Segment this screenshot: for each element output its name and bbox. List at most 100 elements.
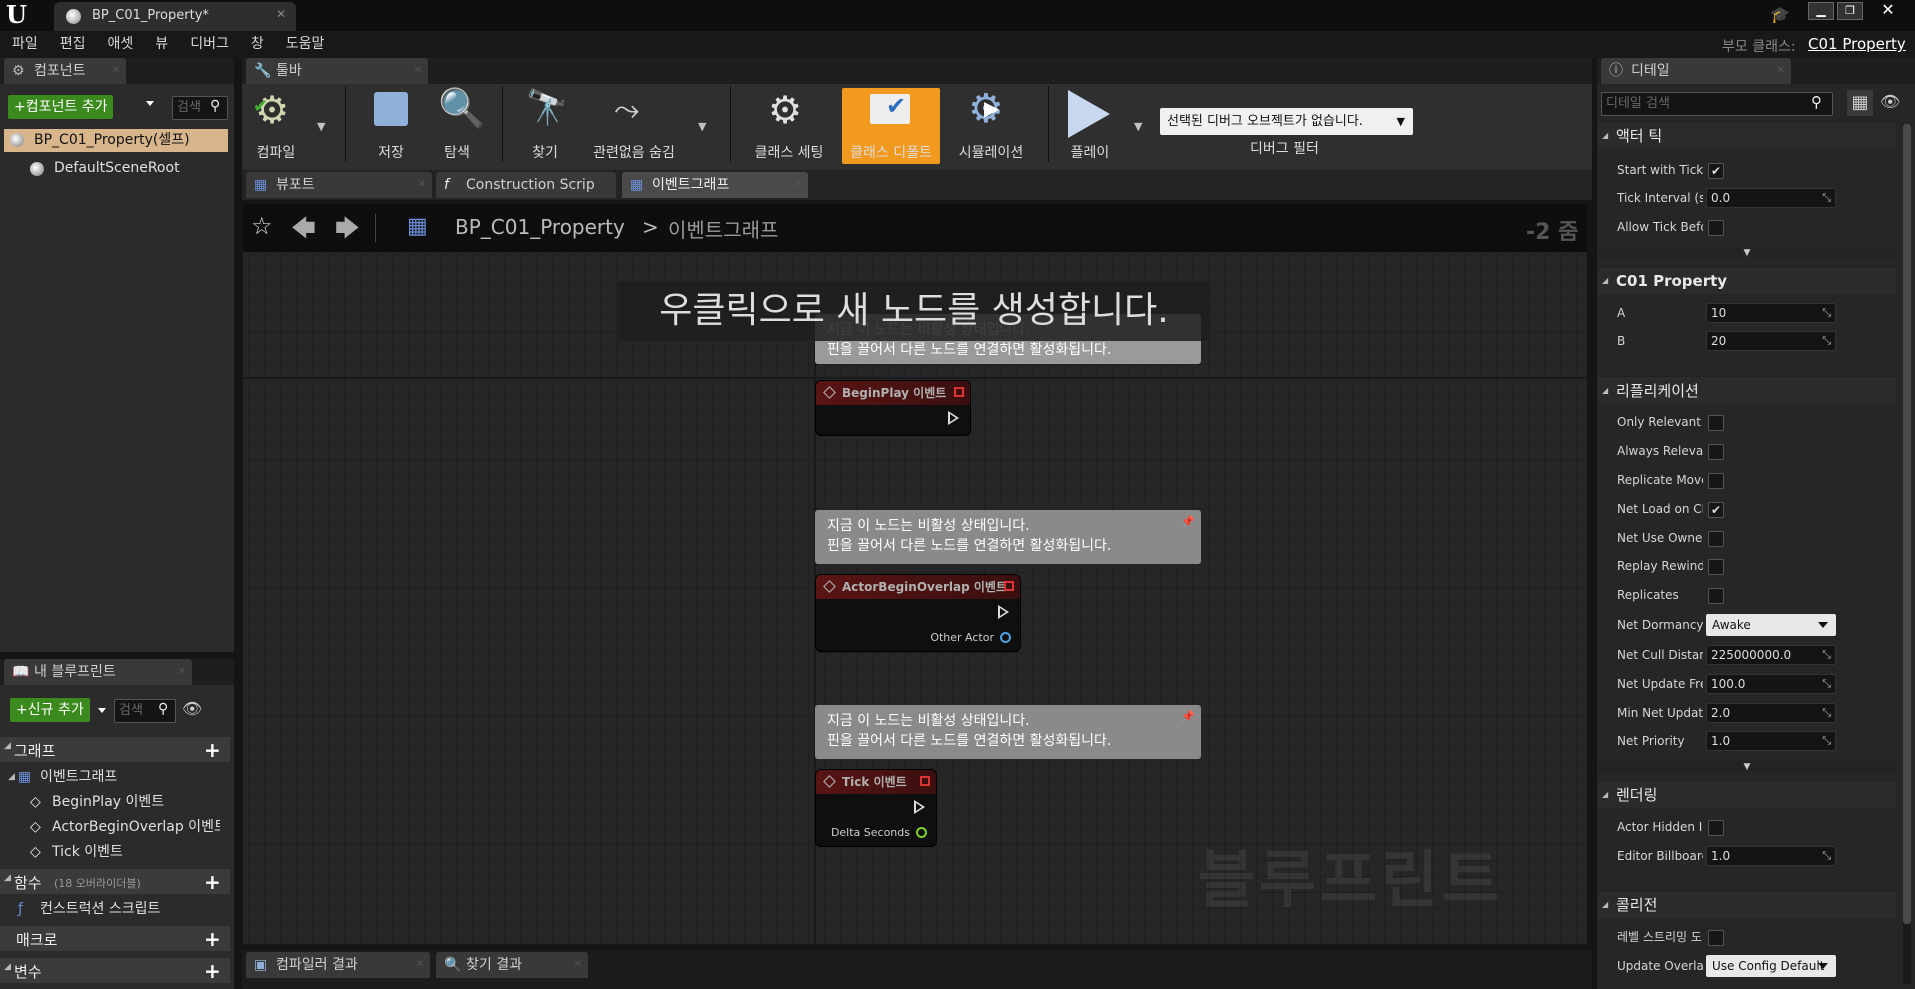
- pin-icon[interactable]: 📌: [1181, 512, 1195, 532]
- menu-asset[interactable]: 애셋: [97, 31, 145, 58]
- unreal-logo-icon[interactable]: U: [6, 2, 32, 28]
- tab-construction-script[interactable]: f Construction Scrip: [436, 172, 616, 198]
- delegate-pin-icon[interactable]: [1004, 581, 1014, 591]
- pin-icon[interactable]: 📌: [1181, 707, 1195, 727]
- expand-advanced-icon[interactable]: ▼: [1598, 247, 1896, 259]
- my-blueprint-tab[interactable]: 📖 내 블루프린트 ✕: [4, 659, 192, 685]
- menu-help[interactable]: 도움말: [275, 31, 336, 58]
- add-macro-icon[interactable]: +: [204, 927, 221, 951]
- checkbox[interactable]: [1708, 220, 1724, 236]
- eye-icon[interactable]: 👁: [182, 699, 202, 718]
- checkbox[interactable]: [1708, 820, 1724, 836]
- checkbox[interactable]: ✔: [1708, 502, 1724, 518]
- delegate-pin-icon[interactable]: [920, 776, 930, 786]
- menu-edit[interactable]: 편집: [49, 31, 97, 58]
- checkbox[interactable]: [1708, 473, 1724, 489]
- parent-class-link[interactable]: C01 Property: [1808, 35, 1906, 53]
- minimize-button[interactable]: ▁: [1808, 2, 1834, 20]
- component-child-item[interactable]: DefaultSceneRoot: [30, 160, 180, 176]
- find-button[interactable]: 🔭 찾기: [514, 86, 576, 164]
- exec-pin-icon[interactable]: [948, 411, 959, 425]
- section-c01-property[interactable]: C01 Property: [1598, 266, 1896, 295]
- breadcrumb-blueprint[interactable]: BP_C01_Property: [455, 215, 625, 239]
- forward-arrow-icon[interactable]: 🡆: [335, 211, 360, 252]
- play-dropdown-icon[interactable]: ▼: [1134, 120, 1142, 133]
- checkbox[interactable]: [1708, 531, 1724, 547]
- checkbox[interactable]: ✔: [1708, 163, 1724, 179]
- exec-pin-icon[interactable]: [914, 800, 925, 814]
- float-pin-icon[interactable]: [916, 827, 927, 838]
- add-new-button[interactable]: +신규 추가: [10, 698, 90, 722]
- macros-section[interactable]: 매크로 +: [0, 926, 230, 951]
- toolbar-tab[interactable]: 🔧 툴바 ✕: [246, 58, 428, 84]
- number-field[interactable]: 225000000.0: [1706, 645, 1836, 665]
- document-tab[interactable]: BP_C01_Property* ✕: [54, 2, 296, 31]
- number-field[interactable]: 0.0: [1706, 188, 1836, 208]
- section-actor-tick[interactable]: 액터 틱: [1598, 121, 1896, 150]
- grid-view-icon[interactable]: ▦: [1847, 90, 1873, 116]
- node-tick[interactable]: Tick 이벤트 Delta Seconds: [815, 769, 937, 847]
- section-replication[interactable]: 리플리케이션: [1598, 376, 1896, 405]
- menu-file[interactable]: 파일: [1, 31, 49, 58]
- add-function-icon[interactable]: +: [204, 870, 221, 894]
- checkbox[interactable]: [1708, 930, 1724, 946]
- menu-window[interactable]: 창: [240, 31, 275, 58]
- hide-unrelated-button[interactable]: ⤳ 관련없음 숨김: [584, 86, 684, 164]
- add-variable-icon[interactable]: +: [204, 959, 221, 983]
- hide-unrelated-dropdown-icon[interactable]: ▼: [698, 120, 706, 133]
- graphs-section[interactable]: ◢ 그래프 +: [0, 737, 230, 762]
- browse-button[interactable]: 🔍 탐색: [428, 86, 486, 164]
- checkbox[interactable]: [1708, 415, 1724, 431]
- number-field[interactable]: 100.0: [1706, 674, 1836, 694]
- tab-compiler-results[interactable]: ▣ 컴파일러 결과 ✕: [246, 952, 430, 978]
- event-graph-item[interactable]: ◢ ▦ 이벤트그래프: [0, 765, 117, 790]
- eye-icon[interactable]: 👁: [1880, 92, 1900, 111]
- play-button[interactable]: 플레이: [1060, 86, 1120, 164]
- details-tab[interactable]: ⓘ 디테일 ✕: [1601, 58, 1791, 84]
- checkbox[interactable]: [1708, 559, 1724, 575]
- add-graph-icon[interactable]: +: [204, 738, 221, 762]
- number-field[interactable]: 1.0: [1706, 731, 1836, 751]
- star-icon[interactable]: ☆: [251, 212, 273, 240]
- details-scrollbar[interactable]: [1903, 124, 1911, 984]
- menu-debug[interactable]: 디버그: [179, 31, 240, 58]
- components-tab[interactable]: ⚙ 컴포넌트 ✕: [4, 58, 126, 84]
- tab-find-results[interactable]: 🔍 찾기 결과 ✕: [436, 952, 588, 978]
- delegate-pin-icon[interactable]: [954, 387, 964, 397]
- debug-object-select[interactable]: 선택된 디버그 오브젝트가 없습니다. ▼: [1160, 108, 1413, 135]
- node-beginplay[interactable]: BeginPlay 이벤트: [815, 380, 971, 436]
- section-rendering[interactable]: 렌더링: [1598, 780, 1896, 809]
- event-item-beginplay[interactable]: ◇ BeginPlay 이벤트: [0, 790, 164, 815]
- event-item-actorbeginoverlap[interactable]: ◇ ActorBeginOverlap 이벤트: [0, 815, 220, 840]
- exec-pin-icon[interactable]: [998, 605, 1009, 619]
- tab-viewport[interactable]: ▦ 뷰포트 ✕: [246, 172, 432, 198]
- scrollbar-thumb[interactable]: [1903, 124, 1911, 924]
- save-button[interactable]: 저장: [362, 86, 420, 164]
- class-defaults-button[interactable]: ✔ 클래스 디폴트: [842, 88, 940, 164]
- dormancy-select[interactable]: Awake: [1706, 614, 1836, 636]
- section-collision[interactable]: 콜리전: [1598, 890, 1896, 919]
- class-settings-button[interactable]: ⚙ 클래스 세팅: [744, 86, 834, 164]
- node-actorbeginoverlap[interactable]: ActorBeginOverlap 이벤트 Other Actor: [815, 574, 1021, 652]
- learn-icon[interactable]: 🎓: [1770, 5, 1790, 24]
- close-tab-icon[interactable]: ✕: [276, 7, 286, 21]
- simulation-button[interactable]: ⚙ ▶ 시뮬레이션: [948, 86, 1034, 164]
- variables-section[interactable]: ◢ 변수 +: [0, 958, 230, 983]
- add-component-button[interactable]: +컴포넌트 추가: [8, 95, 114, 119]
- number-field[interactable]: 10: [1706, 303, 1836, 323]
- update-overlaps-select[interactable]: Use Config Default: [1706, 955, 1836, 977]
- details-search-input[interactable]: 디테일 검색: [1601, 92, 1833, 116]
- checkbox[interactable]: [1708, 444, 1724, 460]
- back-arrow-icon[interactable]: 🡄: [291, 211, 316, 252]
- compile-button[interactable]: ⚙ ✔ 컴파일: [245, 86, 307, 164]
- checkbox[interactable]: [1708, 588, 1724, 604]
- component-root-item[interactable]: BP_C01_Property(셀프): [4, 129, 228, 152]
- close-window-button[interactable]: ✕: [1868, 0, 1908, 20]
- menu-view[interactable]: 뷰: [144, 31, 179, 58]
- event-item-tick[interactable]: ◇ Tick 이벤트: [0, 840, 123, 865]
- number-field[interactable]: 20: [1706, 331, 1836, 351]
- maximize-button[interactable]: ❐: [1837, 2, 1863, 20]
- object-pin-icon[interactable]: [1000, 632, 1011, 643]
- number-field[interactable]: 2.0: [1706, 703, 1836, 723]
- functions-section[interactable]: ◢ 함수 (18 오버라이더블) +: [0, 869, 230, 894]
